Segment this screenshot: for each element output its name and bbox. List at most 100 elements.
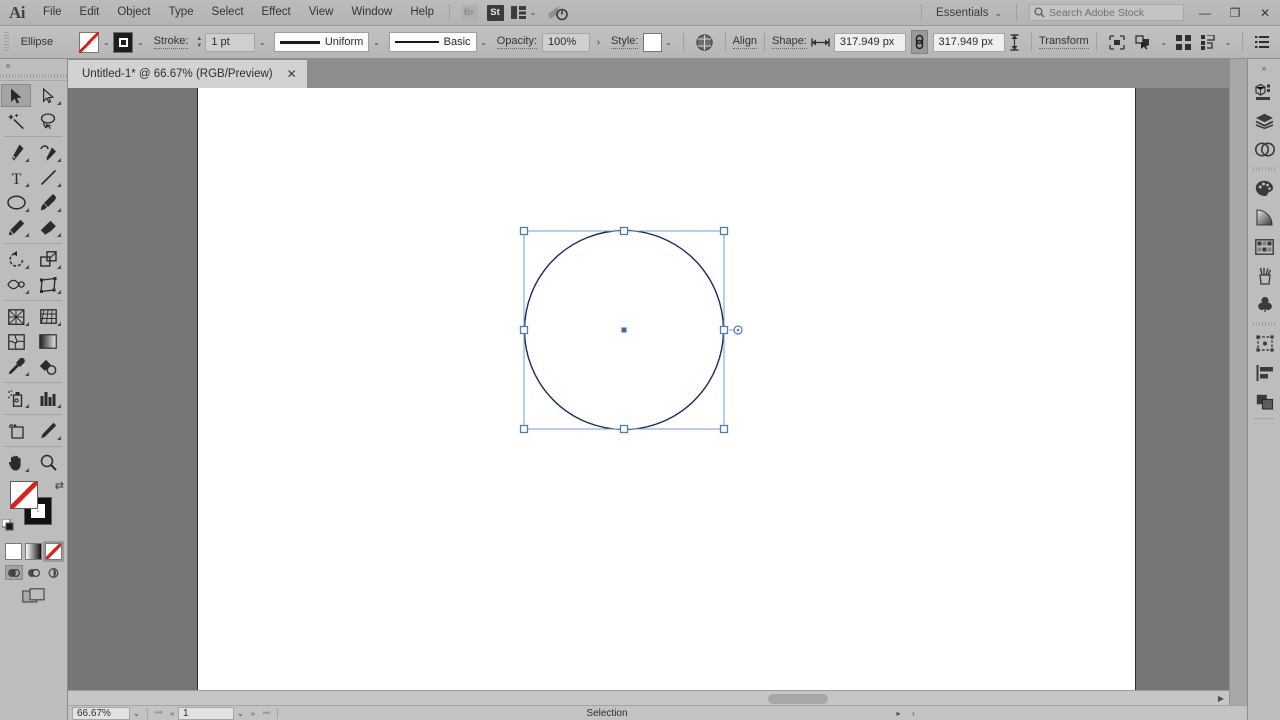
- menu-effect[interactable]: Effect: [253, 0, 300, 25]
- menu-view[interactable]: View: [300, 0, 343, 25]
- control-bar-grip[interactable]: [4, 32, 9, 52]
- document-tab-close-icon[interactable]: ✕: [287, 67, 297, 81]
- eraser-tool[interactable]: [33, 216, 63, 239]
- dock-group-grip-2[interactable]: [1248, 319, 1280, 329]
- handle-middle-right[interactable]: [719, 325, 729, 335]
- gradient-mode-button[interactable]: [25, 543, 42, 560]
- transform-button[interactable]: Transform: [1038, 35, 1089, 49]
- gradient-tool[interactable]: [33, 330, 63, 353]
- bridge-button[interactable]: Br: [456, 2, 482, 24]
- selection-tool[interactable]: [1, 84, 31, 107]
- stroke-profile-select[interactable]: Uniform: [274, 32, 370, 52]
- opacity-input[interactable]: 100%: [542, 32, 590, 52]
- stroke-color-swatch[interactable]: [113, 31, 134, 53]
- rotate-tool[interactable]: [1, 248, 31, 271]
- column-graph-tool[interactable]: [33, 387, 63, 410]
- symbols-panel-button[interactable]: [1248, 290, 1280, 319]
- perspective-grid-tool[interactable]: [33, 305, 63, 328]
- swap-fill-stroke-icon[interactable]: ⇄: [55, 479, 64, 492]
- magic-wand-tool[interactable]: [1, 109, 31, 132]
- brush-definition-chevron-down-icon[interactable]: ⌄: [477, 32, 491, 52]
- stroke-weight-input[interactable]: 1 pt: [205, 32, 256, 52]
- dock-expand-button[interactable]: »: [1248, 59, 1280, 77]
- properties-panel-button[interactable]: [1248, 77, 1280, 106]
- tools-panel-grip[interactable]: [0, 72, 67, 81]
- sync-settings-button[interactable]: [540, 2, 574, 24]
- symbol-sprayer-tool[interactable]: [1, 387, 31, 410]
- restore-button[interactable]: ❐: [1220, 0, 1250, 25]
- artboard-chevron-down-icon[interactable]: ⌄: [234, 707, 247, 720]
- opacity-options-button[interactable]: ›: [590, 32, 607, 52]
- artboard-number-input[interactable]: 1: [178, 706, 234, 720]
- slice-tool[interactable]: [33, 419, 63, 442]
- first-artboard-button[interactable]: ⏮: [152, 707, 165, 720]
- handle-bottom-left[interactable]: [519, 424, 529, 434]
- status-menu-button[interactable]: ▸: [892, 707, 905, 720]
- stock-button[interactable]: St: [482, 2, 508, 24]
- handle-top-left[interactable]: [519, 226, 529, 236]
- screen-mode-button[interactable]: [0, 588, 67, 605]
- menu-window[interactable]: Window: [342, 0, 401, 25]
- ellipse-tool[interactable]: [1, 191, 31, 214]
- layers-panel-button[interactable]: [1248, 106, 1280, 135]
- tools-panel-collapse-button[interactable]: «: [0, 59, 67, 72]
- shape-width-input[interactable]: 317.949 px: [833, 32, 907, 52]
- menu-select[interactable]: Select: [203, 0, 253, 25]
- gradient-panel-button[interactable]: [1248, 203, 1280, 232]
- handle-bottom-center[interactable]: [619, 424, 629, 434]
- pen-tool[interactable]: [1, 141, 31, 164]
- line-segment-tool[interactable]: [33, 166, 63, 189]
- select-similar-chevron-down-icon[interactable]: ⌄: [1157, 32, 1171, 52]
- fill-swatch-large[interactable]: [10, 481, 38, 509]
- stroke-weight-chevron-down-icon[interactable]: ⌄: [255, 32, 269, 52]
- direct-selection-tool[interactable]: [33, 84, 63, 107]
- draw-behind-button[interactable]: [25, 565, 43, 580]
- handle-bottom-right[interactable]: [719, 424, 729, 434]
- menu-edit[interactable]: Edit: [71, 0, 109, 25]
- swatches-panel-button[interactable]: [1248, 232, 1280, 261]
- brush-definition-select[interactable]: Basic: [388, 32, 477, 52]
- fill-swatch-chevron-down-icon[interactable]: ⌄: [99, 32, 113, 52]
- width-tool[interactable]: [1, 273, 31, 296]
- zoom-chevron-down-icon[interactable]: ⌄: [130, 707, 143, 720]
- free-transform-tool[interactable]: [33, 273, 63, 296]
- hand-tool[interactable]: [1, 451, 31, 474]
- stroke-weight-stepper[interactable]: ▲ ▼: [196, 36, 202, 49]
- zoom-level-input[interactable]: 66.67%: [72, 706, 130, 720]
- pathfinder-panel-button[interactable]: [1248, 387, 1280, 416]
- previous-artboard-button[interactable]: ◂: [165, 707, 178, 720]
- color-panel-button[interactable]: [1248, 174, 1280, 203]
- stroke-profile-chevron-down-icon[interactable]: ⌄: [369, 32, 383, 52]
- curvature-tool[interactable]: [33, 141, 63, 164]
- arrange-documents-button[interactable]: ⌄: [508, 2, 540, 24]
- scroll-right-button[interactable]: ▶: [1213, 691, 1229, 705]
- menu-object[interactable]: Object: [108, 0, 159, 25]
- draw-normal-button[interactable]: [4, 565, 23, 580]
- transform-panel-button[interactable]: [1248, 329, 1280, 358]
- stroke-weight-label[interactable]: Stroke:: [153, 35, 189, 49]
- constrain-proportions-toggle[interactable]: [911, 30, 928, 54]
- eyedropper-tool[interactable]: [1, 355, 31, 378]
- artboard-tool[interactable]: [1, 419, 31, 442]
- shape-label[interactable]: Shape:: [772, 35, 807, 49]
- scale-tool[interactable]: [33, 248, 63, 271]
- menu-help[interactable]: Help: [401, 0, 443, 25]
- minimize-button[interactable]: —: [1190, 0, 1220, 25]
- handle-top-right[interactable]: [719, 226, 729, 236]
- graphic-style-swatch[interactable]: [643, 32, 662, 52]
- select-similar-button[interactable]: [1130, 31, 1157, 53]
- handle-top-center[interactable]: [619, 226, 629, 236]
- opacity-label[interactable]: Opacity:: [496, 35, 538, 49]
- mesh-tool[interactable]: [1, 330, 31, 353]
- type-tool[interactable]: T: [1, 166, 31, 189]
- style-label[interactable]: Style:: [610, 35, 639, 49]
- align-to-button[interactable]: [1196, 31, 1221, 53]
- canvas-area[interactable]: [68, 88, 1229, 705]
- none-mode-button[interactable]: [45, 543, 62, 560]
- style-chevron-down-icon[interactable]: ⌄: [662, 32, 676, 52]
- next-artboard-button[interactable]: ▸: [247, 707, 260, 720]
- menu-file[interactable]: File: [34, 0, 71, 25]
- workspace-switcher[interactable]: Essentials ⌄: [928, 3, 1010, 23]
- zoom-tool[interactable]: [33, 451, 63, 474]
- center-point[interactable]: [621, 327, 627, 333]
